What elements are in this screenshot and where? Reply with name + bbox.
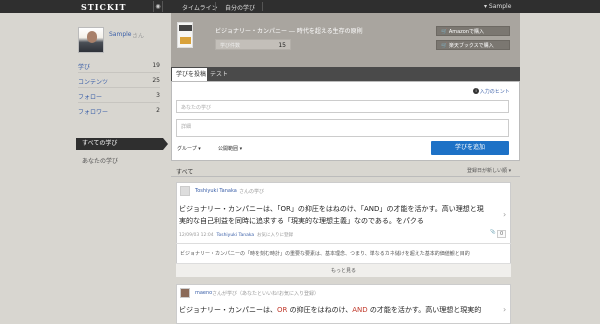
avatar[interactable] bbox=[180, 186, 190, 196]
detail-textarea[interactable]: 詳細 bbox=[176, 119, 509, 137]
card-user[interactable]: maeno bbox=[195, 290, 212, 296]
highlight-or: OR bbox=[277, 306, 288, 314]
card-date: 12/09/03 12:04 bbox=[179, 233, 214, 238]
stat-followers[interactable]: フォロワー 2 bbox=[78, 107, 160, 117]
card-text-line[interactable]: ビジョナリー・カンパニーは、「OR」の抑圧をはねのけ、「AND」の才能を活かす。… bbox=[179, 203, 484, 215]
input-hint-link[interactable]: 入力のヒント bbox=[475, 88, 510, 95]
stat-value: 3 bbox=[156, 92, 160, 99]
user-menu[interactable]: ▾ Sample bbox=[484, 3, 511, 10]
book-cover[interactable] bbox=[177, 22, 193, 48]
stat-following[interactable]: フォロー 3 bbox=[78, 92, 160, 102]
learning-count-value: 15 bbox=[278, 42, 286, 49]
book-title[interactable]: ビジョナリー・カンパニー ― 時代を超える生存の原則 bbox=[215, 26, 363, 35]
buy-amazon-button[interactable]: 🛒 Amazonで購入 bbox=[436, 26, 510, 36]
chevron-right-icon[interactable]: › bbox=[503, 305, 506, 314]
avatar[interactable] bbox=[78, 27, 104, 53]
card-meta-action: お気に入りに登録 bbox=[257, 233, 294, 238]
sort-order-select[interactable]: 登録日が新しい順 ▾ bbox=[467, 167, 511, 174]
tab-post-learning[interactable]: 学びを投稿 bbox=[172, 68, 207, 81]
learning-input[interactable]: あなたの学び bbox=[176, 100, 509, 113]
divider bbox=[78, 72, 160, 73]
card-text-part: ビジョナリー・カンパニーは、 bbox=[179, 306, 277, 314]
divider bbox=[78, 102, 160, 103]
group-select[interactable]: グループ ▾ bbox=[177, 145, 201, 152]
stat-learnings[interactable]: 学び 19 bbox=[78, 62, 160, 72]
comment-count[interactable]: 0 bbox=[497, 230, 507, 238]
divider bbox=[78, 87, 160, 88]
profile-name[interactable]: Sample bbox=[109, 31, 132, 38]
cover-stripe bbox=[180, 37, 191, 44]
card-text-part: の才能を活かす。高い理想と現実的 bbox=[367, 306, 482, 314]
card-user-suffix: さんが学び（あなたといいね!お気に入り登録） bbox=[212, 291, 320, 297]
profile-name-suffix: さん bbox=[132, 33, 145, 40]
card-description: ビジョナリー・カンパニーの「時を刻む時計」の重要な要素は、基本理念、つまり、単な… bbox=[180, 251, 470, 257]
buy-rakuten-label: 楽天ブックスで購入 bbox=[448, 43, 494, 49]
nav-my-learnings[interactable]: 自分の学び bbox=[225, 3, 255, 12]
divider bbox=[176, 243, 511, 244]
input-hint-label: 入力のヒント bbox=[479, 89, 510, 95]
avatar-face bbox=[87, 31, 97, 43]
learning-count-box: 学び件数 15 bbox=[215, 39, 291, 50]
chevron-right-icon[interactable]: › bbox=[503, 210, 506, 219]
show-more-link[interactable]: もっと見る bbox=[176, 267, 511, 274]
card-meta-user[interactable]: Toshiyuki Tanaka bbox=[216, 233, 254, 238]
stat-label: フォロー bbox=[78, 94, 103, 101]
stat-value: 19 bbox=[152, 62, 160, 69]
card-user[interactable]: Toshiyuki Tanaka bbox=[195, 188, 237, 194]
globe-icon[interactable]: ◉ bbox=[153, 1, 163, 12]
nav-divider bbox=[215, 2, 216, 11]
sidebar-item-your-learnings[interactable]: あなたの学び bbox=[82, 156, 118, 165]
stat-value: 2 bbox=[156, 107, 160, 114]
app-logo[interactable]: STICKIT bbox=[81, 2, 127, 12]
avatar[interactable] bbox=[180, 288, 190, 298]
buy-rakuten-button[interactable]: 🛒 楽天ブックスで購入 bbox=[436, 40, 510, 50]
cover-title-block bbox=[179, 25, 192, 31]
card-user-suffix: さんの学び bbox=[239, 189, 265, 195]
nav-divider bbox=[262, 2, 263, 11]
scope-select[interactable]: 公開範囲 ▾ bbox=[218, 145, 242, 152]
top-navbar: STICKIT ◉ タイムライン 自分の学び ▾ Sample bbox=[0, 0, 600, 13]
tab-test[interactable]: テスト bbox=[210, 68, 228, 81]
add-learning-button[interactable]: 学びを追加 bbox=[431, 141, 509, 155]
sidebar-item-all-learnings[interactable]: すべての学び bbox=[76, 138, 168, 150]
stat-label: コンテンツ bbox=[78, 79, 109, 86]
divider bbox=[171, 176, 520, 177]
highlight-and: AND bbox=[352, 306, 368, 314]
pin-icon[interactable]: 📎 bbox=[490, 230, 496, 235]
buy-amazon-label: Amazonで購入 bbox=[448, 29, 485, 35]
stat-label: 学び bbox=[78, 64, 91, 71]
stat-label: フォロワー bbox=[78, 109, 109, 116]
card-meta: 12/09/03 12:04 Toshiyuki Tanaka お気に入りに登録 bbox=[179, 232, 293, 238]
nav-timeline[interactable]: タイムライン bbox=[182, 3, 218, 12]
stat-value: 25 bbox=[152, 77, 160, 84]
feed-filter-all[interactable]: すべて bbox=[176, 167, 193, 176]
learning-count-label: 学び件数 bbox=[220, 43, 241, 49]
card-text-part: の抑圧をはねのけ、 bbox=[287, 306, 353, 314]
stat-contents[interactable]: コンテンツ 25 bbox=[78, 77, 160, 87]
card-text-line[interactable]: 実的な自己利益を同時に追求する「現実的な理想主義」なのである。をパクる bbox=[179, 215, 424, 227]
card-text-line[interactable]: ビジョナリー・カンパニーは、OR の抑圧をはねのけ、AND の才能を活かす。高い… bbox=[179, 304, 481, 316]
